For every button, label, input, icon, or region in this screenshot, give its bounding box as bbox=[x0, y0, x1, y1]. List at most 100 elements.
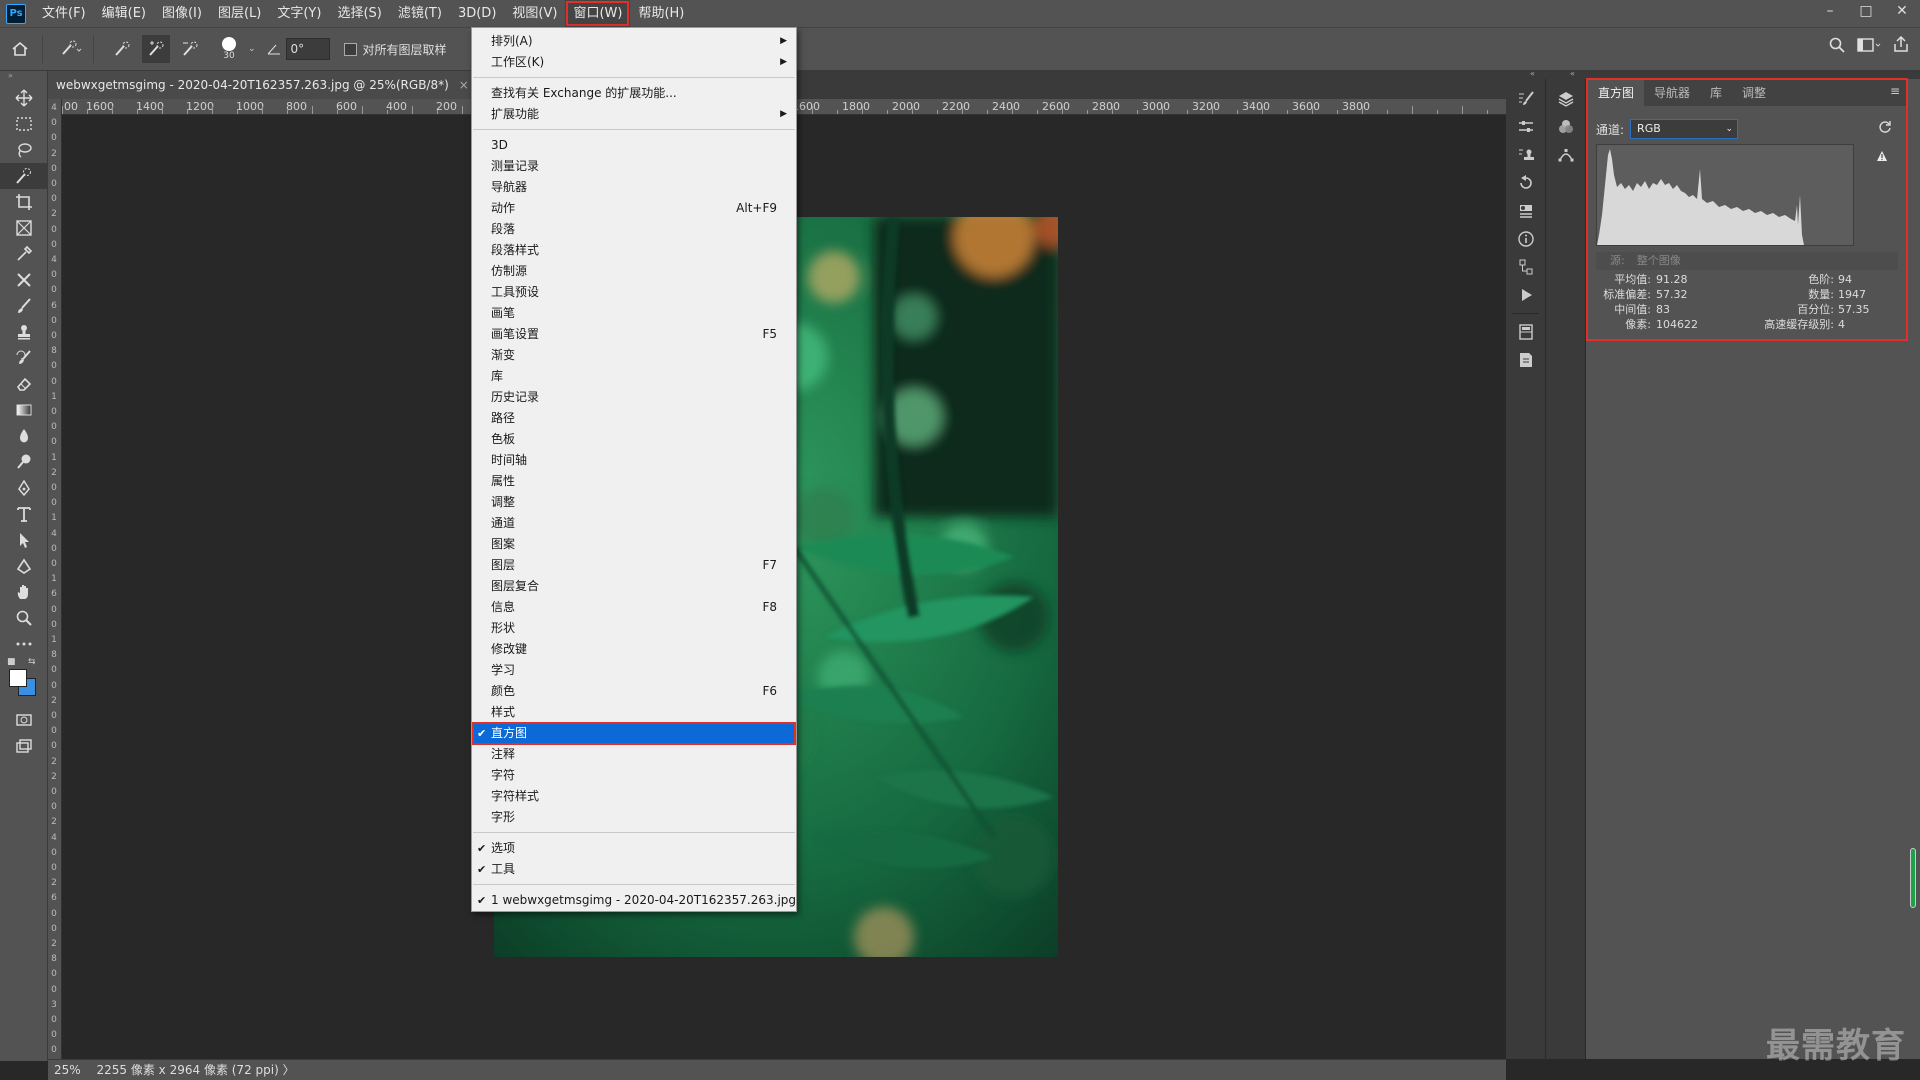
window-menu-item[interactable]: 仿制源 bbox=[473, 261, 795, 282]
refresh-icon[interactable] bbox=[1878, 120, 1892, 138]
menu-6[interactable]: 滤镜(T) bbox=[390, 0, 450, 27]
properties-icon[interactable] bbox=[1506, 318, 1546, 346]
window-menu-item[interactable]: 图层复合 bbox=[473, 576, 795, 597]
window-menu-item[interactable]: 字符 bbox=[473, 765, 795, 786]
tool-presets-icon[interactable] bbox=[1506, 197, 1546, 225]
window-menu-item[interactable]: 注释 bbox=[473, 744, 795, 765]
menu-5[interactable]: 选择(S) bbox=[329, 0, 389, 27]
frame-tool-icon[interactable] bbox=[0, 215, 48, 241]
window-menu-item[interactable]: 字符样式 bbox=[473, 786, 795, 807]
window-menu-item[interactable]: 动作 Alt+F9 bbox=[473, 198, 795, 219]
healing-brush-tool-icon[interactable] bbox=[0, 267, 48, 293]
status-chevron-icon[interactable]: 〉 bbox=[283, 1063, 295, 1077]
tab-histogram[interactable]: 直方图 bbox=[1588, 80, 1645, 106]
foreground-color-swatch[interactable] bbox=[9, 669, 27, 687]
window-menu-item[interactable]: 颜色 F6 bbox=[473, 681, 795, 702]
window-menu-item[interactable]: 通道 bbox=[473, 513, 795, 534]
window-menu-item[interactable]: ✔ 1 webwxgetmsgimg - 2020-04-20T162357.26… bbox=[473, 890, 796, 911]
window-menu-item[interactable]: 样式 bbox=[473, 702, 795, 723]
window-menu-item[interactable]: 学习 bbox=[473, 660, 795, 681]
brush-tool-icon[interactable] bbox=[0, 293, 48, 319]
type-tool-icon[interactable] bbox=[0, 501, 48, 527]
brush-settings-icon[interactable] bbox=[1506, 85, 1546, 113]
swap-colors-icon[interactable]: ⇆ bbox=[28, 657, 36, 667]
history-brush-tool-icon[interactable] bbox=[0, 345, 48, 371]
menu-9[interactable]: 窗口(W) bbox=[565, 0, 631, 27]
default-colors-icon[interactable]: ■ bbox=[7, 657, 16, 667]
menu-8[interactable]: 视图(V) bbox=[504, 0, 565, 27]
menu-10[interactable]: 帮助(H) bbox=[630, 0, 692, 27]
menu-2[interactable]: 图像(I) bbox=[154, 0, 210, 27]
window-menu-item[interactable]: 查找有关 Exchange 的扩展功能... bbox=[473, 83, 795, 104]
shape-tool-icon[interactable] bbox=[0, 553, 48, 579]
menu-7[interactable]: 3D(D) bbox=[450, 0, 504, 27]
new-selection-icon[interactable] bbox=[108, 35, 136, 63]
menu-0[interactable]: 文件(F) bbox=[34, 0, 94, 27]
maximize-button[interactable]: □ bbox=[1848, 0, 1884, 22]
paths-flow-icon[interactable] bbox=[1506, 253, 1546, 281]
share-icon[interactable] bbox=[1892, 35, 1910, 58]
channel-select[interactable]: RGB ⌄ bbox=[1630, 119, 1739, 139]
eyedropper-tool-icon[interactable] bbox=[0, 241, 48, 267]
window-menu-item[interactable]: 排列(A) ▶ bbox=[473, 31, 795, 52]
dodge-tool-icon[interactable] bbox=[0, 449, 48, 475]
window-menu-item[interactable]: 画笔设置 F5 bbox=[473, 324, 795, 345]
actions-play-icon[interactable] bbox=[1506, 281, 1546, 309]
window-menu-item[interactable]: 画笔 bbox=[473, 303, 795, 324]
window-menu-item[interactable]: 3D bbox=[473, 135, 795, 156]
document-tab[interactable]: webwxgetmsgimg - 2020-04-20T162357.263.j… bbox=[48, 71, 483, 99]
window-menu-item[interactable]: 段落 bbox=[473, 219, 795, 240]
window-menu-item[interactable]: 库 bbox=[473, 366, 795, 387]
gradient-tool-icon[interactable] bbox=[0, 397, 48, 423]
chevron-down-icon[interactable]: ⌄ bbox=[248, 44, 256, 54]
tab-libraries[interactable]: 库 bbox=[1700, 80, 1732, 106]
paths-icon[interactable] bbox=[1546, 141, 1586, 169]
close-button[interactable]: ✕ bbox=[1884, 0, 1920, 22]
window-menu-item[interactable]: 工具预设 bbox=[473, 282, 795, 303]
more-tools-icon[interactable] bbox=[0, 631, 48, 657]
menu-3[interactable]: 图层(L) bbox=[210, 0, 269, 27]
window-menu-item[interactable]: 时间轴 bbox=[473, 450, 795, 471]
minimize-button[interactable]: – bbox=[1812, 0, 1848, 22]
quick-selection-preset-icon[interactable] bbox=[57, 35, 85, 63]
window-menu-item[interactable]: 修改键 bbox=[473, 639, 795, 660]
window-menu-item[interactable]: ✔ 选项 bbox=[473, 838, 795, 859]
clone-source-icon[interactable] bbox=[1506, 141, 1546, 169]
window-menu-item[interactable]: 测量记录 bbox=[473, 156, 795, 177]
angle-input[interactable]: 0° bbox=[285, 38, 330, 60]
channels-icon[interactable] bbox=[1546, 113, 1586, 141]
collapse-dock-icon-2[interactable]: « bbox=[1570, 69, 1575, 78]
window-menu-item[interactable]: 属性 bbox=[473, 471, 795, 492]
add-to-selection-icon[interactable] bbox=[142, 35, 170, 63]
panel-menu-icon[interactable]: ≡ bbox=[1890, 84, 1900, 98]
scroll-indicator[interactable] bbox=[1910, 848, 1916, 908]
window-menu-item[interactable]: ✔ 工具 bbox=[473, 859, 795, 880]
pen-tool-icon[interactable] bbox=[0, 475, 48, 501]
window-menu-item[interactable]: 段落样式 bbox=[473, 240, 795, 261]
stamp-tool-icon[interactable] bbox=[0, 319, 48, 345]
blur-tool-icon[interactable] bbox=[0, 423, 48, 449]
window-menu-item[interactable]: 路径 bbox=[473, 408, 795, 429]
subtract-from-selection-icon[interactable] bbox=[176, 35, 204, 63]
window-menu-item[interactable]: 形状 bbox=[473, 618, 795, 639]
window-menu-item[interactable]: 导航器 bbox=[473, 177, 795, 198]
eraser-tool-icon[interactable] bbox=[0, 371, 48, 397]
zoom-tool-icon[interactable] bbox=[0, 605, 48, 631]
menu-4[interactable]: 文字(Y) bbox=[269, 0, 329, 27]
zoom-level[interactable]: 25% bbox=[54, 1063, 81, 1077]
info-icon[interactable] bbox=[1506, 225, 1546, 253]
history-icon[interactable] bbox=[1506, 169, 1546, 197]
layers-icon[interactable] bbox=[1546, 85, 1586, 113]
expand-toolbar-icon[interactable]: » bbox=[0, 71, 47, 85]
crop-tool-icon[interactable] bbox=[0, 189, 48, 215]
adjustments-sliders-icon[interactable] bbox=[1506, 113, 1546, 141]
window-menu-item[interactable]: 工作区(K) ▶ bbox=[473, 52, 795, 73]
collapse-dock-icon[interactable]: « bbox=[1530, 69, 1535, 78]
window-menu-item[interactable]: 历史记录 bbox=[473, 387, 795, 408]
home-icon[interactable] bbox=[6, 35, 34, 63]
window-menu-item[interactable]: ✔ 直方图 bbox=[472, 722, 796, 745]
window-menu-item[interactable]: 扩展功能 ▶ bbox=[473, 104, 795, 125]
marquee-tool-icon[interactable] bbox=[0, 111, 48, 137]
warning-icon[interactable] bbox=[1876, 150, 1888, 166]
brush-size-picker[interactable]: 30 bbox=[212, 32, 246, 66]
